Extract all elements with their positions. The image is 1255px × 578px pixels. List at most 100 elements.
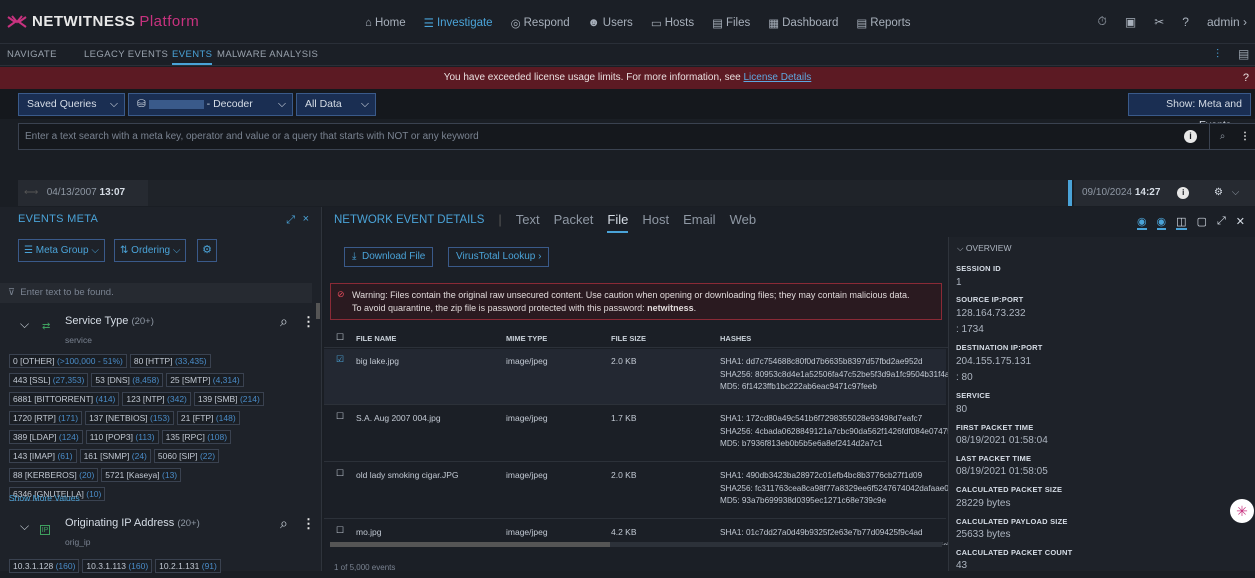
download-file-button[interactable]: ⤓ Download File <box>344 247 434 267</box>
close-icon[interactable]: ✕ <box>1236 215 1245 230</box>
search-icon[interactable]: ⌕ <box>1209 124 1235 149</box>
expand-icon[interactable]: ⤢ <box>1217 215 1226 230</box>
assistant-fab-icon[interactable]: ✳ <box>1230 499 1254 523</box>
meta-value-tag[interactable]: 0 [OTHER] (>100,000 - 51%) <box>9 354 127 368</box>
meta-value-tag[interactable]: 80 [HTTP] (33,435) <box>129 354 211 368</box>
more-options-icon[interactable]: ⋮ <box>302 516 315 532</box>
meta-value-tag[interactable]: 137 [NETBIOS] (153) <box>85 411 174 425</box>
nav-dashboard[interactable]: ▦ Dashboard <box>768 16 838 30</box>
col-hashes[interactable]: HASHES <box>720 334 751 343</box>
query-search-input[interactable]: Enter a text search with a meta key, ope… <box>18 123 1255 150</box>
meta-filter-input[interactable]: ⊽ Enter text to be found. <box>0 283 312 303</box>
meta-value-tag[interactable]: 53 [DNS] (8,458) <box>91 373 164 387</box>
saved-queries-dropdown[interactable]: Saved Queries ⌵ <box>18 93 125 116</box>
meta-group-button[interactable]: ☰ Meta Group ⌵ <box>18 239 105 262</box>
tools-icon[interactable]: ✂ <box>1154 15 1164 29</box>
expand-icon[interactable]: ⤢ <box>286 214 295 227</box>
layout-icon[interactable]: ▢ <box>1197 215 1207 230</box>
file-name[interactable]: S.A. Aug 2007 004.jpg <box>356 413 441 423</box>
chevron-down-icon[interactable]: ⌵ <box>20 519 29 534</box>
scrollbar-thumb[interactable] <box>330 542 610 547</box>
meta-value-tag[interactable]: 161 [SNMP] (24) <box>79 449 151 463</box>
timer-icon[interactable]: ⏱ <box>1098 14 1107 29</box>
row-checkbox[interactable]: ☐ <box>336 411 344 422</box>
meta-value-tag[interactable]: 135 [RPC] (108) <box>161 430 232 444</box>
chevron-down-icon[interactable]: ⌵ <box>1232 187 1240 198</box>
src-port-value[interactable]: : 1734 <box>956 324 984 335</box>
dst-port-value[interactable]: : 80 <box>956 372 973 383</box>
row-checkbox[interactable]: ☑ <box>336 354 344 365</box>
logo[interactable]: NETWITNESS Platform <box>6 13 199 30</box>
meta-value-tag[interactable]: 6881 [BITTORRENT] (414) <box>9 392 120 406</box>
info-icon[interactable]: i <box>1177 187 1190 199</box>
meta-value-tag[interactable]: 123 [NTP] (342) <box>122 392 191 406</box>
more-options-icon[interactable]: ⋮ <box>1240 124 1250 149</box>
subnav-navigate[interactable]: NAVIGATE <box>7 49 57 60</box>
dst-ip-value[interactable]: 204.155.175.131 <box>956 356 1031 367</box>
scrollbar-thumb[interactable] <box>316 303 320 319</box>
show-more-values-link[interactable]: Show More Values <box>9 493 80 503</box>
horizontal-scrollbar[interactable] <box>330 542 942 547</box>
file-row[interactable]: ☐ S.A. Aug 2007 004.jpg image/jpeg 1.7 KB SH… <box>324 406 948 462</box>
subnav-events[interactable]: EVENTS <box>172 49 213 65</box>
meta-value-tag[interactable]: 1720 [RTP] (171) <box>9 411 83 425</box>
row-checkbox[interactable]: ☐ <box>336 525 344 536</box>
timeline-handle[interactable] <box>1068 180 1072 206</box>
settings-icon[interactable]: ⚙ <box>1214 187 1223 198</box>
list-icon[interactable]: ▤ <box>1238 47 1250 61</box>
col-mime-type[interactable]: MIME TYPE <box>506 334 547 343</box>
nav-users[interactable]: ☻ Users <box>588 16 633 30</box>
meta-value-tag[interactable]: 5060 [SIP] (22) <box>153 449 220 463</box>
virustotal-lookup-button[interactable]: VirusTotal Lookup › <box>448 247 550 267</box>
nav-home[interactable]: ⌂ Home <box>365 16 406 30</box>
show-meta-events-dropdown[interactable]: Show: Meta and Events ⌵ <box>1128 93 1251 131</box>
ordering-button[interactable]: ⇅ Ordering ⌵ <box>114 239 187 262</box>
select-all-checkbox[interactable]: ☐ <box>336 332 344 343</box>
expand-horizontal-icon[interactable]: ⟷ <box>24 187 38 198</box>
meta-value-tag[interactable]: 139 [SMB] (214) <box>193 392 264 406</box>
nav-reports[interactable]: ▤ Reports <box>856 16 910 30</box>
nav-investigate[interactable]: ☰ Investigate <box>424 16 493 30</box>
file-name[interactable]: big lake.jpg <box>356 356 399 366</box>
meta-value-tag[interactable]: 88 [KERBEROS] (20) <box>9 468 99 482</box>
tab-packet[interactable]: Packet <box>554 212 594 233</box>
help-icon[interactable]: ? <box>1182 15 1189 29</box>
nav-respond[interactable]: ◎ Respond <box>511 16 570 30</box>
section-title[interactable]: Service Type (20+) <box>65 315 154 327</box>
tab-web[interactable]: Web <box>730 212 757 233</box>
meta-value-tag[interactable]: 110 [POP3] (113) <box>85 430 159 444</box>
license-details-link[interactable]: License Details <box>743 72 811 83</box>
close-icon[interactable]: × <box>303 213 309 225</box>
col-file-name[interactable]: FILE NAME <box>356 334 396 343</box>
src-ip-value[interactable]: 128.164.73.232 <box>956 308 1026 319</box>
time-range-dropdown[interactable]: All Data ⌵ <box>296 93 376 116</box>
tab-text[interactable]: Text <box>516 212 540 233</box>
nav-hosts[interactable]: ▭ Hosts <box>651 16 694 30</box>
search-icon[interactable]: ⌕ <box>280 515 288 532</box>
nav-files[interactable]: ▤ Files <box>712 16 750 30</box>
settings-icon[interactable]: ⚙ <box>197 239 217 262</box>
file-name[interactable]: mo.jpg <box>356 527 382 537</box>
meta-value-tag[interactable]: 21 [FTP] (148) <box>176 411 240 425</box>
subnav-malware-analysis[interactable]: MALWARE ANALYSIS <box>217 49 318 60</box>
more-options-icon[interactable]: ⋮ <box>302 314 315 330</box>
overview-header[interactable]: ⌵ OVERVIEW <box>957 243 1011 254</box>
meta-value-tag[interactable]: 143 [IMAP] (61) <box>9 449 77 463</box>
meta-value-tag[interactable]: 5721 [Kaseya] (13) <box>101 468 182 482</box>
timeline-start[interactable]: ⟷ 04/13/2007 13:07 <box>18 180 148 206</box>
row-checkbox[interactable]: ☐ <box>336 468 344 479</box>
tab-file[interactable]: File <box>607 212 629 233</box>
tab-email[interactable]: Email <box>683 212 716 233</box>
meta-toggle-icon[interactable]: ◉ <box>1136 215 1147 230</box>
meta-value-tag[interactable]: 389 [LDAP] (124) <box>9 430 83 444</box>
notes-icon[interactable]: ▣ <box>1125 15 1136 29</box>
service-value[interactable]: 80 <box>956 404 967 415</box>
file-row[interactable]: ☑ big lake.jpg image/jpeg 2.0 KB SHA1: dd7c7… <box>324 349 948 405</box>
service-dropdown[interactable]: ⛁ - Decoder ⌵ <box>128 93 293 116</box>
file-name[interactable]: old lady smoking cigar.JPG <box>356 470 459 480</box>
meta-value-tag[interactable]: 443 [SSL] (27,353) <box>9 373 89 387</box>
search-icon[interactable]: ⌕ <box>280 313 288 330</box>
col-file-size[interactable]: FILE SIZE <box>611 334 646 343</box>
section-title[interactable]: Originating IP Address (20+) <box>65 517 200 529</box>
meta-value-tag[interactable]: 25 [SMTP] (4,314) <box>166 373 244 387</box>
